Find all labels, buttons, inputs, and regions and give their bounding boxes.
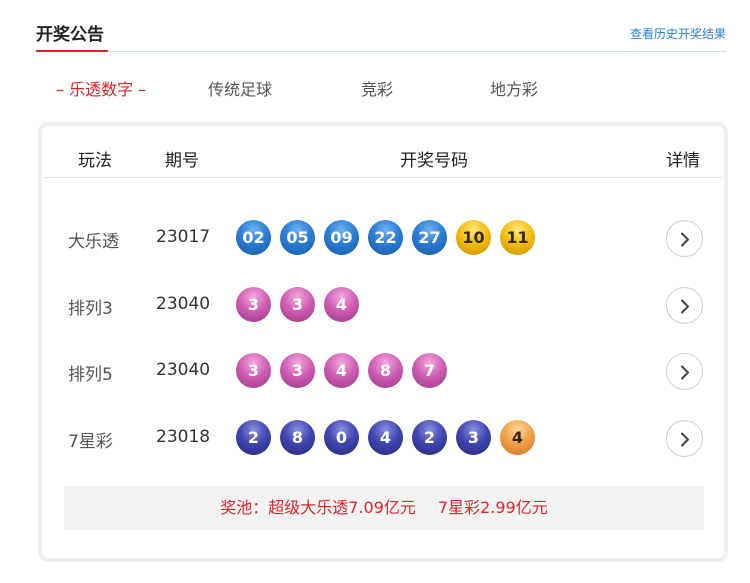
chevron-right-icon xyxy=(681,432,689,447)
header-play: 玩法 xyxy=(78,151,112,171)
detail-button[interactable] xyxy=(666,420,703,457)
lottery-ball: 09 xyxy=(324,220,359,255)
row-issue: 23040 xyxy=(156,294,211,314)
pool-label: 奖池： xyxy=(220,498,269,517)
detail-button[interactable] xyxy=(666,287,703,324)
lottery-ball: 4 xyxy=(500,420,535,455)
lottery-ball: 27 xyxy=(412,220,447,255)
header-numbers: 开奖号码 xyxy=(400,151,468,171)
lottery-ball: 2 xyxy=(236,420,271,455)
lottery-ball: 8 xyxy=(280,420,315,455)
pool-qxc-amount: 7星彩2.99亿元 xyxy=(437,498,548,517)
chevron-right-icon xyxy=(681,232,689,247)
lottery-ball: 4 xyxy=(324,353,359,388)
lottery-ball: 8 xyxy=(368,353,403,388)
row-issue: 23040 xyxy=(156,360,211,380)
lottery-ball: 11 xyxy=(500,220,535,255)
lottery-ball: 3 xyxy=(280,353,315,388)
lottery-ball: 2 xyxy=(412,420,447,455)
row-play-name: 大乐透 xyxy=(68,232,119,252)
results-card: 玩法 期号 开奖号码 详情 大乐透 23017 02 05 09 22 27 10 11 排… xyxy=(38,122,728,562)
lottery-ball: 3 xyxy=(280,287,315,322)
tab-traditional-football[interactable]: 传统足球 xyxy=(208,76,272,100)
header-divider xyxy=(44,177,722,178)
lottery-ball: 4 xyxy=(368,420,403,455)
lottery-ball: 0 xyxy=(324,420,359,455)
title-underline xyxy=(36,50,108,52)
lottery-ball: 3 xyxy=(236,287,271,322)
detail-button[interactable] xyxy=(666,220,703,257)
page-title: 开奖公告 xyxy=(36,25,104,45)
tab-lotto-digits[interactable]: – 乐透数字 – xyxy=(56,76,146,100)
table-row: 7星彩 23018 2804234 xyxy=(42,416,724,460)
chevron-right-icon xyxy=(681,365,689,380)
lottery-tabs: – 乐透数字 – 传统足球 竞彩 地方彩 xyxy=(56,76,616,100)
history-results-link[interactable]: 查看历史开奖结果 xyxy=(630,25,726,42)
tab-local-lottery[interactable]: 地方彩 xyxy=(490,76,538,100)
announcement-header: 开奖公告 查看历史开奖结果 xyxy=(36,0,726,52)
header-issue: 期号 xyxy=(165,151,199,171)
lottery-ball: 4 xyxy=(324,287,359,322)
lottery-ball: 02 xyxy=(236,220,271,255)
row-play-name: 排列5 xyxy=(68,365,113,385)
row-issue: 23018 xyxy=(156,427,211,447)
header-detail: 详情 xyxy=(666,151,700,171)
prize-pool-banner: 奖池：超级大乐透7.09亿元 7星彩2.99亿元 xyxy=(64,486,704,530)
row-play-name: 排列3 xyxy=(68,299,113,319)
pool-dlt-amount: 超级大乐透7.09亿元 xyxy=(268,498,416,517)
lottery-ball: 3 xyxy=(456,420,491,455)
table-row: 排列5 23040 33487 xyxy=(42,349,724,393)
lottery-ball: 3 xyxy=(236,353,271,388)
table-row: 排列3 23040 334 xyxy=(42,283,724,327)
row-issue: 23017 xyxy=(156,227,211,247)
lottery-ball: 10 xyxy=(456,220,491,255)
row-play-name: 7星彩 xyxy=(68,432,113,452)
lottery-ball: 22 xyxy=(368,220,403,255)
chevron-right-icon xyxy=(681,299,689,314)
lottery-ball: 05 xyxy=(280,220,315,255)
tab-jingcai[interactable]: 竞彩 xyxy=(361,76,393,100)
detail-button[interactable] xyxy=(666,353,703,390)
lottery-ball: 7 xyxy=(412,353,447,388)
table-row: 大乐透 23017 02 05 09 22 27 10 11 xyxy=(42,216,724,260)
